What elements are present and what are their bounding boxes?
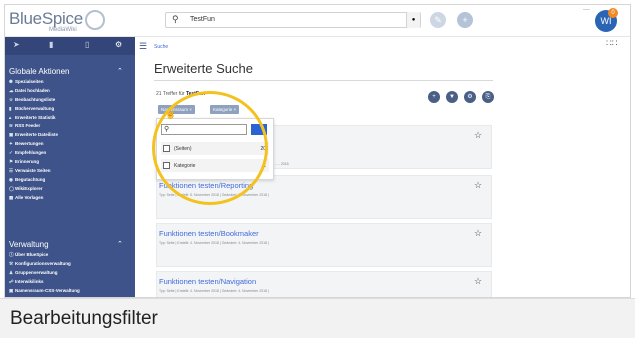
- sidebar-item[interactable]: ⚑ Erinnerung: [9, 159, 58, 168]
- result-meta: Typ: Seite | Erstellt: 4. November 2018 …: [159, 241, 269, 245]
- result-meta: Typ: Seite | Erstellt: 4. November 2018 …: [159, 289, 269, 293]
- star-icon[interactable]: ☆: [474, 130, 482, 141]
- books-tab-icon[interactable]: ▮: [49, 40, 53, 49]
- apps-grid-icon[interactable]: ∷∷: [606, 38, 617, 49]
- page-title: Erweiterte Suche: [154, 61, 253, 76]
- sidebar-item[interactable]: ☰ Verwaiste Seiten: [9, 168, 58, 177]
- global-actions-list: ✺ Spezialseiten ☁ Datei hochladen ☆ Beobach…: [9, 79, 58, 203]
- result-card[interactable]: Funktionen testen/Bookmaker Typ: Seite |…: [156, 223, 492, 267]
- pages-tab-icon[interactable]: ▯: [85, 40, 89, 49]
- caption-bar: Bearbeitungsfilter: [0, 298, 635, 338]
- sidebar-item[interactable]: ◯WikiExplorer: [9, 186, 58, 195]
- chevron-up-icon[interactable]: ⌃: [117, 240, 123, 248]
- sidebar-item[interactable]: ✺ Spezialseiten: [9, 79, 58, 88]
- chevron-up-icon[interactable]: ⌃: [117, 67, 123, 75]
- star-icon[interactable]: ☆: [474, 228, 482, 239]
- screenshot-frame: BlueSpice MediaWiki ⚲ TestFun ● ✎ + –– W…: [4, 4, 631, 298]
- cursor-hand-icon: ☝: [165, 109, 177, 119]
- top-bar: BlueSpice MediaWiki ⚲ TestFun ● ✎ + –– W…: [5, 5, 630, 37]
- search-value: TestFun: [190, 16, 215, 23]
- result-meta: ..... 2018: [275, 162, 289, 166]
- logo-subtitle: MediaWiki: [49, 27, 77, 33]
- navigation-tab-icon[interactable]: ➤: [13, 40, 20, 49]
- breadcrumb[interactable]: Suche: [154, 44, 168, 50]
- sidebar-item[interactable]: ≋ RSS Feeder: [9, 123, 58, 132]
- sidebar-tabs: ➤ ▮ ▯ ⚙: [5, 37, 135, 55]
- edit-icon[interactable]: ✎: [430, 12, 446, 28]
- sidebar-item[interactable]: ◉ Begutachtung: [9, 177, 58, 186]
- sidebar-item[interactable]: ☍Interwikilinks: [9, 279, 80, 288]
- sidebar-item[interactable]: ▮ Bücherverwaltung: [9, 106, 58, 115]
- sidebar-item[interactable]: ⚒ Konfigurationsverwaltung: [9, 261, 80, 270]
- sidebar-item[interactable]: ▣ Namensraum-CSS-Verwaltung: [9, 288, 80, 297]
- search-icon: ⚲: [172, 14, 179, 24]
- result-title[interactable]: Funktionen testen/Navigation: [159, 277, 256, 286]
- add-menu-icon[interactable]: +: [457, 12, 473, 28]
- add-filter-icon[interactable]: +: [428, 91, 440, 103]
- sidebar-item[interactable]: ✦ Bewertungen: [9, 141, 58, 150]
- settings-icon[interactable]: ⚙: [464, 91, 476, 103]
- sidebar-item[interactable]: ▣ Erweiterte Dateiliste: [9, 132, 58, 141]
- sidebar-item[interactable]: ♟ Gruppenverwaltung: [9, 270, 80, 279]
- title-divider: [154, 80, 493, 81]
- star-icon[interactable]: ☆: [474, 276, 482, 287]
- sidebar-item[interactable]: ▦ Alle Vorlagen: [9, 195, 58, 204]
- section-administration-title[interactable]: Verwaltung: [9, 240, 49, 249]
- search-input[interactable]: ⚲ TestFun ●: [165, 12, 421, 28]
- star-icon[interactable]: ☆: [474, 180, 482, 191]
- export-icon[interactable]: ⎘: [482, 91, 494, 103]
- search-submit-button[interactable]: ●: [406, 12, 420, 28]
- sidebar-item[interactable]: ☁ Datei hochladen: [9, 88, 58, 97]
- menu-toggle-icon[interactable]: ☰: [139, 41, 147, 52]
- sidebar: ➤ ▮ ▯ ⚙ Globale Aktionen ⌃ ✺ Spezialseite…: [5, 37, 135, 297]
- result-title[interactable]: Funktionen testen/Bookmaker: [159, 229, 259, 238]
- notification-badge[interactable]: 0: [608, 8, 618, 18]
- caption-text: Bearbeitungsfilter: [10, 308, 158, 329]
- section-global-actions-title[interactable]: Globale Aktionen: [9, 67, 70, 76]
- sidebar-item[interactable]: ⓘ Über BlueSpice: [9, 252, 80, 261]
- sidebar-item[interactable]: ☆ Beobachtungsliste: [9, 97, 58, 106]
- administration-list: ⓘ Über BlueSpice ⚒ Konfigurationsverwaltun…: [9, 252, 80, 296]
- settings-tab-icon[interactable]: ⚙: [115, 40, 122, 49]
- window-control-icon[interactable]: ––: [583, 7, 590, 13]
- sidebar-item[interactable]: ✓ Empfehlungen: [9, 150, 58, 159]
- sidebar-item[interactable]: ▴ Erweiterte Statistik: [9, 115, 58, 124]
- result-card[interactable]: Funktionen testen/Navigation Typ: Seite …: [156, 271, 492, 297]
- logo-mark-icon: [84, 9, 105, 30]
- filter-icon[interactable]: ▼: [446, 91, 458, 103]
